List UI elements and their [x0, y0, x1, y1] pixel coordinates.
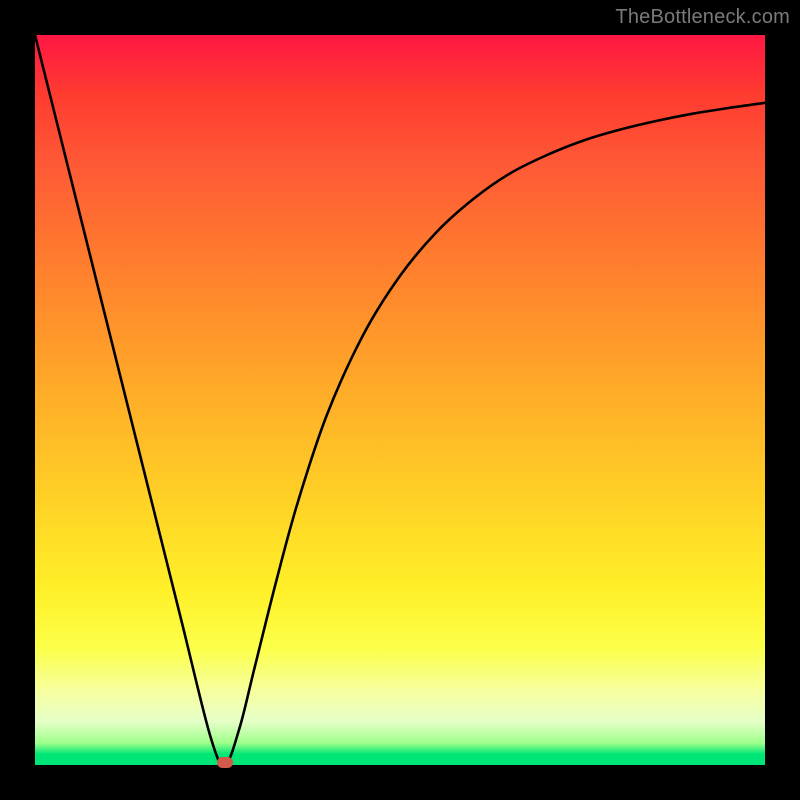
bottleneck-curve-path	[35, 35, 765, 765]
chart-curve-svg	[35, 35, 765, 765]
watermark-text: TheBottleneck.com	[615, 6, 790, 29]
chart-plot-area	[35, 35, 765, 765]
chart-frame: TheBottleneck.com	[0, 0, 800, 800]
optimum-marker	[217, 757, 233, 768]
